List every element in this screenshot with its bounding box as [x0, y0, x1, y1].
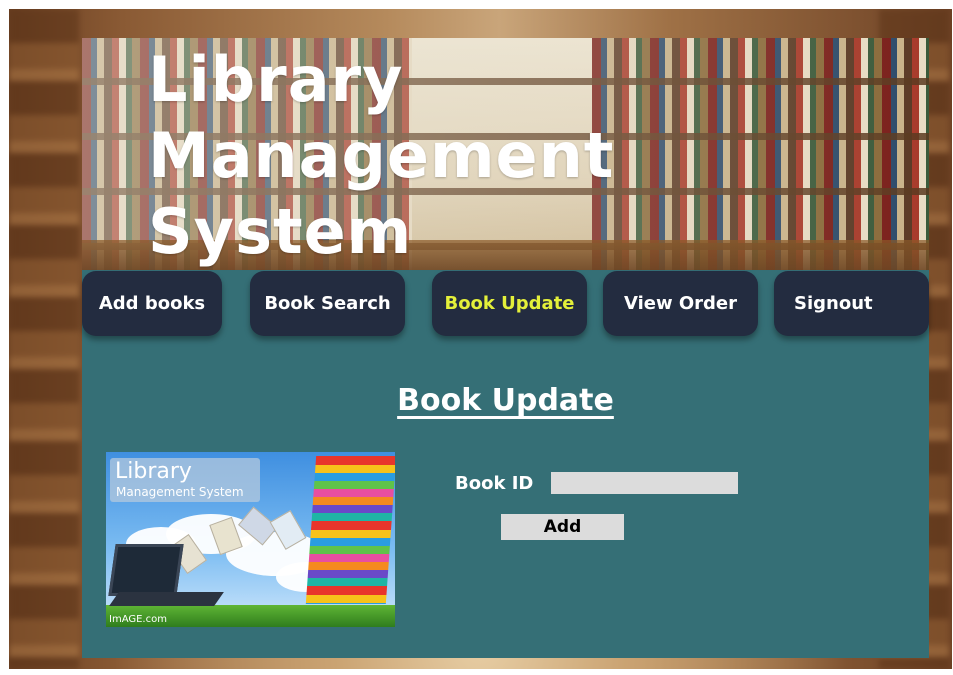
library-illustration: Library Management System ImAGE.com	[106, 452, 395, 627]
illustration-banner-title: Library	[115, 459, 192, 484]
illustration-banner-subtitle: Management System	[116, 485, 244, 499]
title-line-1: Library	[148, 43, 404, 116]
nav-signout-button[interactable]: Signout	[774, 271, 929, 336]
book-id-label: Book ID	[455, 473, 534, 494]
title-line-3: System	[148, 195, 413, 268]
nav-view-order-button[interactable]: View Order	[603, 271, 758, 336]
nav-add-books-button[interactable]: Add books	[82, 271, 222, 336]
page-title: Library Management System	[148, 42, 668, 270]
laptop-icon	[108, 544, 184, 596]
illustration-banner: Library Management System	[110, 458, 260, 502]
header-banner: Library Management System	[82, 38, 929, 270]
nav-book-update-button[interactable]: Book Update	[432, 271, 587, 336]
book-id-input[interactable]	[551, 472, 738, 494]
illustration-credit: ImAGE.com	[109, 614, 167, 625]
nav-book-search-button[interactable]: Book Search	[250, 271, 405, 336]
app-panel: Library Management System Add books Book…	[82, 38, 929, 658]
title-line-2: Management	[148, 119, 615, 192]
section-title: Book Update	[397, 383, 614, 418]
book-stack-icon	[305, 456, 395, 604]
add-button[interactable]: Add	[501, 514, 624, 540]
